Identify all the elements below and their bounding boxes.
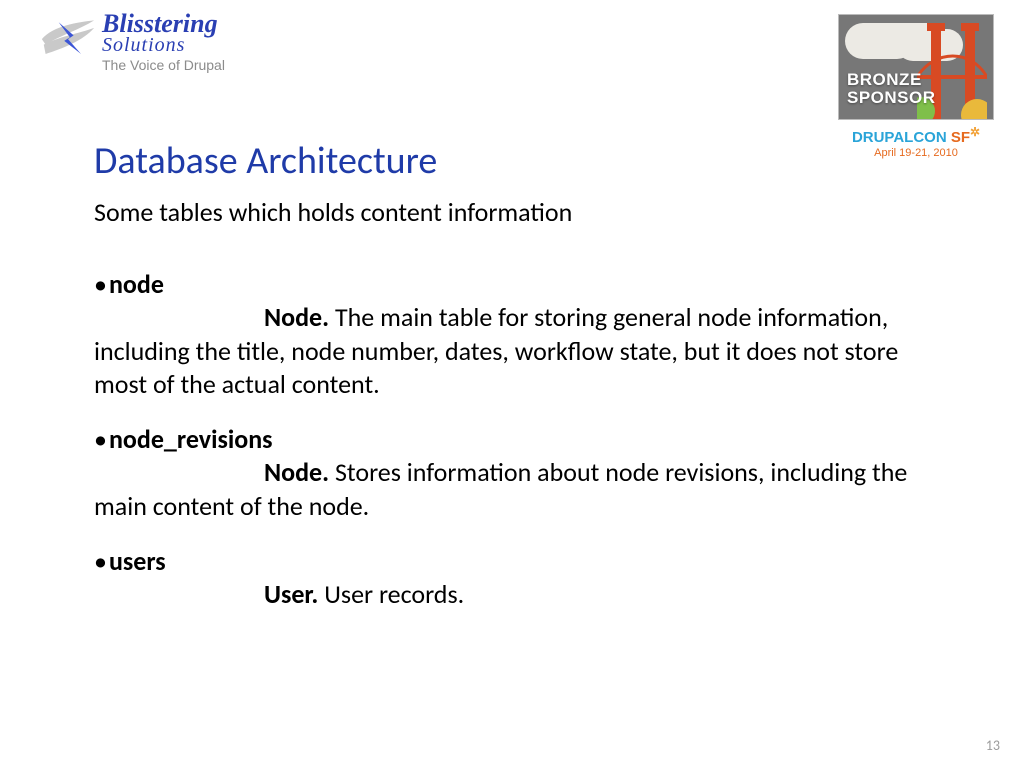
table-name: node_revisions — [109, 423, 273, 455]
gear-icon: ✲ — [970, 125, 980, 139]
logo-swoosh-icon — [40, 16, 96, 64]
desc-text: The main table for storing general node — [329, 301, 751, 333]
bullet-icon: • — [94, 545, 107, 577]
desc-lead: Node. — [264, 456, 329, 488]
slide-subtitle: Some tables which holds content informat… — [94, 196, 572, 228]
list-item: •users User. User records. — [94, 545, 944, 612]
slide-title: Database Architecture — [94, 138, 437, 184]
sponsor-tier-line2: SPONSOR — [847, 89, 936, 107]
list-item: •node_revisions Node. Stores information… — [94, 423, 944, 523]
desc-lead: User. — [264, 578, 318, 610]
conference-name: DRUPALCON SF✲ — [838, 126, 994, 147]
desc-text: User records. — [318, 578, 464, 610]
bullet-icon: • — [94, 268, 107, 300]
logo-tagline: The Voice of Drupal — [102, 58, 225, 73]
desc-text: Stores information about node revisions, — [329, 456, 764, 488]
table-name: users — [109, 545, 166, 577]
list-item: •node Node. The main table for storing g… — [94, 268, 944, 401]
company-logo: Blisstering Solutions The Voice of Drupa… — [40, 10, 225, 73]
sponsor-tier-line1: BRONZE — [847, 71, 936, 89]
logo-subtitle: Solutions — [102, 35, 225, 56]
conference-date: April 19-21, 2010 — [838, 147, 994, 159]
sponsor-badge-graphic: BRONZE SPONSOR — [838, 14, 994, 120]
logo-title: Blisstering — [102, 10, 225, 37]
desc-lead: Node. — [264, 301, 329, 333]
bullet-icon: • — [94, 423, 107, 455]
table-name: node — [109, 268, 164, 300]
page-number: 13 — [986, 737, 1000, 754]
slide-content: •node Node. The main table for storing g… — [94, 268, 944, 633]
sponsor-badge: BRONZE SPONSOR DRUPALCON SF✲ April 19-21… — [838, 14, 994, 159]
